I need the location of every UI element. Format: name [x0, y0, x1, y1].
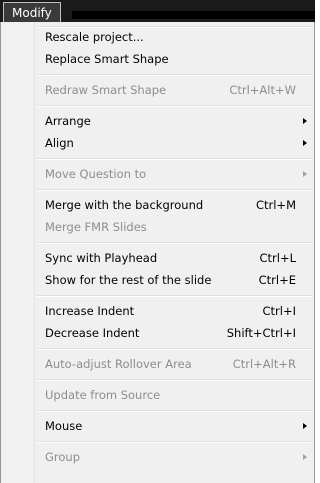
menu-separator	[1, 70, 314, 79]
menu-item-increase-indent[interactable]: Increase Indent Ctrl+I	[1, 300, 314, 322]
menu-separator	[1, 344, 314, 353]
menu-item-decrease-indent[interactable]: Decrease Indent Shift+Ctrl+I	[1, 322, 314, 344]
menu-item-label: Move Question to	[45, 167, 147, 181]
menu-item-rescale-project[interactable]: Rescale project...	[1, 26, 314, 48]
menu-separator	[1, 101, 314, 110]
menu-separator	[1, 437, 314, 446]
menu-item-label: Decrease Indent	[45, 326, 140, 340]
menu-item-show-for-rest-of-slide[interactable]: Show for the rest of the slide Ctrl+E	[1, 269, 314, 291]
menu-item-merge-with-background[interactable]: Merge with the background Ctrl+M	[1, 194, 314, 216]
menu-item-auto-adjust-rollover-area[interactable]: Auto-adjust Rollover Area Ctrl+Alt+R	[1, 353, 314, 375]
menu-item-merge-fmr-slides[interactable]: Merge FMR Slides	[1, 216, 314, 238]
menu-item-mouse[interactable]: Mouse	[1, 415, 314, 437]
menu-item-shortcut: Ctrl+I	[262, 304, 297, 318]
menu-bar-strip	[72, 11, 315, 19]
menu-item-label: Increase Indent	[45, 304, 135, 318]
menu-item-replace-smart-shape[interactable]: Replace Smart Shape	[1, 48, 314, 70]
menu-item-label: Update from Source	[45, 388, 161, 402]
menu-item-label: Group	[45, 450, 81, 464]
menu-item-label: Sync with Playhead	[45, 251, 158, 265]
menu-item-shortcut: Ctrl+M	[255, 198, 296, 212]
menu-item-label: Merge with the background	[45, 198, 204, 212]
menu-item-shortcut: Ctrl+Alt+W	[229, 83, 296, 97]
menu-separator	[1, 238, 314, 247]
menu-item-shortcut: Shift+Ctrl+I	[226, 326, 296, 340]
menu-item-arrange[interactable]: Arrange	[1, 110, 314, 132]
menu-separator	[1, 375, 314, 384]
submenu-arrow-icon	[303, 454, 307, 460]
submenu-arrow-icon	[303, 423, 307, 429]
modify-menu-tab[interactable]: Modify	[3, 2, 61, 22]
menu-item-label: Redraw Smart Shape	[45, 83, 167, 97]
menu-item-label: Align	[45, 136, 74, 150]
menu-item-redraw-smart-shape[interactable]: Redraw Smart Shape Ctrl+Alt+W	[1, 79, 314, 101]
menu-separator	[1, 291, 314, 300]
menu-item-label: Arrange	[45, 114, 91, 128]
modify-dropdown-menu: Rescale project... Replace Smart Shape R…	[0, 22, 315, 483]
menu-item-label: Auto-adjust Rollover Area	[45, 357, 192, 371]
menu-bar: Modify	[0, 0, 315, 23]
menu-item-label: Show for the rest of the slide	[45, 273, 212, 287]
menu-item-update-from-source[interactable]: Update from Source	[1, 384, 314, 406]
menu-separator	[1, 406, 314, 415]
submenu-arrow-icon	[303, 118, 307, 124]
menu-separator	[1, 185, 314, 194]
submenu-arrow-icon	[303, 140, 307, 146]
menu-item-label: Rescale project...	[45, 30, 144, 44]
menu-item-shortcut: Ctrl+E	[258, 273, 296, 287]
menu-item-label: Merge FMR Slides	[45, 220, 147, 234]
menu-item-align[interactable]: Align	[1, 132, 314, 154]
submenu-arrow-icon	[303, 171, 307, 177]
menu-item-group[interactable]: Group	[1, 446, 314, 468]
menu-item-label: Replace Smart Shape	[45, 52, 169, 66]
menu-item-label: Mouse	[45, 419, 83, 433]
menu-item-move-question-to[interactable]: Move Question to	[1, 163, 314, 185]
menu-item-shortcut: Ctrl+L	[259, 251, 296, 265]
menu-separator	[1, 154, 314, 163]
menu-item-shortcut: Ctrl+Alt+R	[232, 357, 296, 371]
menu-item-sync-with-playhead[interactable]: Sync with Playhead Ctrl+L	[1, 247, 314, 269]
